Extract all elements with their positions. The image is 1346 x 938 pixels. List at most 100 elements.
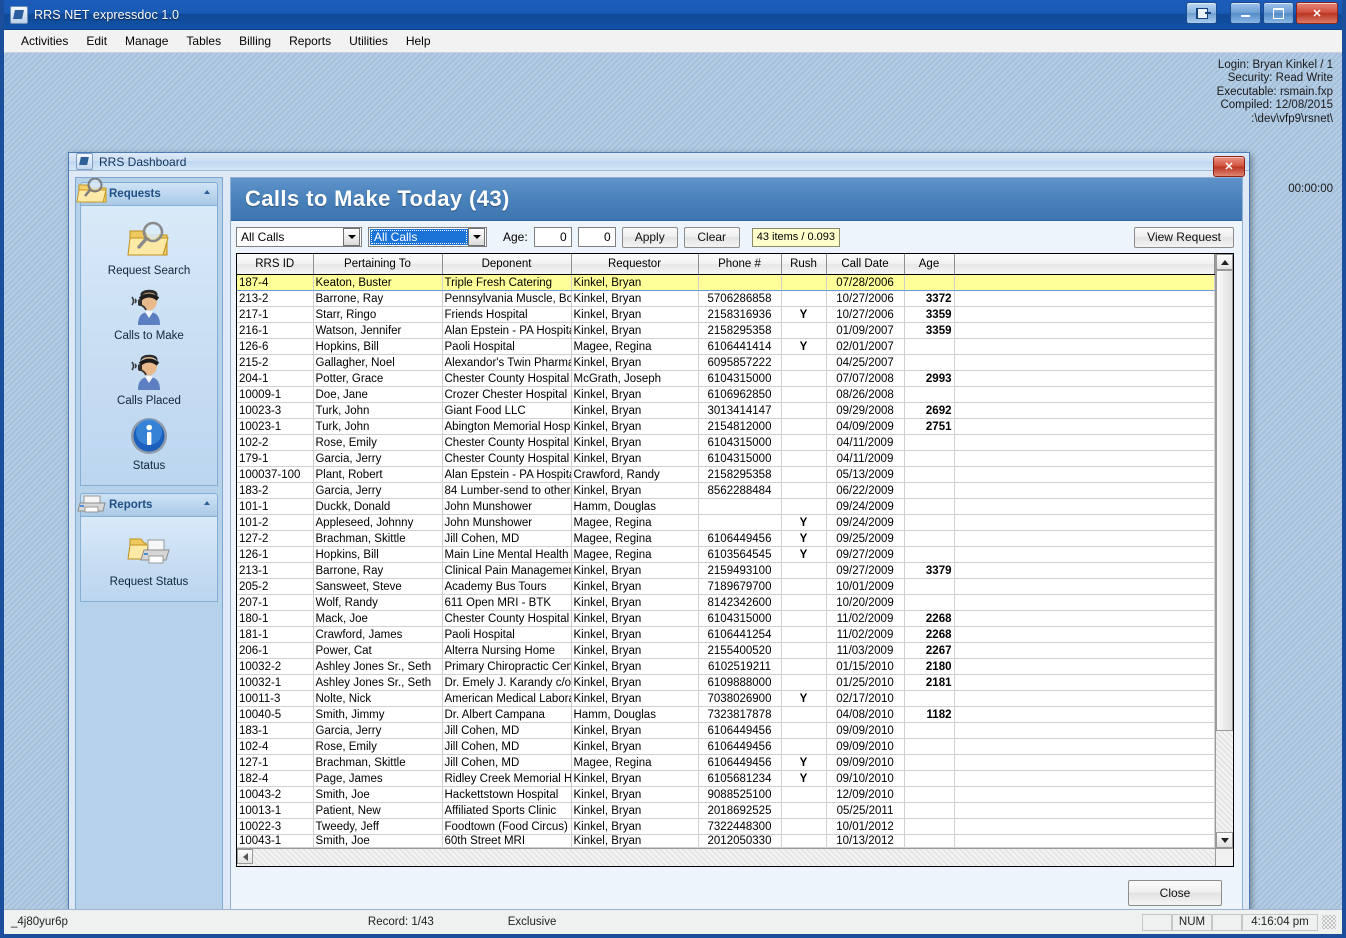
resize-grip-icon[interactable] [1322,915,1336,929]
minimize-button[interactable] [1230,2,1261,24]
cell-rrs-id[interactable]: 10009-1 [237,386,314,403]
cell-pertaining-to[interactable]: Page, James [313,770,443,787]
cell-filler[interactable] [954,274,1215,291]
cell-age[interactable]: 2180 [904,658,955,675]
cell-age[interactable]: 2267 [904,642,955,659]
cell-deponent[interactable]: Jill Cohen, MD [442,754,572,771]
cell-requestor[interactable]: Kinkel, Bryan [571,418,699,435]
cell-filler[interactable] [954,818,1215,835]
cell-rrs-id[interactable]: 10022-3 [237,818,314,835]
cell-age[interactable] [904,738,955,755]
cell-rrs-id[interactable]: 127-1 [237,754,314,771]
cell-pertaining-to[interactable]: Turk, John [313,418,443,435]
cell-deponent[interactable]: Abington Memorial Hospita [442,418,572,435]
cell-deponent[interactable]: Clinical Pain Management [442,562,572,579]
cell-pertaining-to[interactable]: Barrone, Ray [313,290,443,307]
table-row[interactable]: 10013-1 Patient, New Affiliated Sports Cli… [237,802,1215,819]
clear-button[interactable]: Clear [683,226,740,248]
cell-rush[interactable]: Y [781,338,827,355]
cell-phone[interactable]: 2158316936 [698,306,782,323]
cell-call-date[interactable]: 06/22/2009 [826,482,905,499]
cell-pertaining-to[interactable]: Wolf, Randy [313,594,443,611]
cell-filler[interactable] [954,754,1215,771]
cell-requestor[interactable]: Kinkel, Bryan [571,738,699,755]
cell-filler[interactable] [954,658,1215,675]
cell-rush[interactable] [781,402,827,419]
cell-call-date[interactable]: 10/01/2012 [826,818,905,835]
cell-rrs-id[interactable]: 207-1 [237,594,314,611]
cell-rush[interactable] [781,386,827,403]
cell-pertaining-to[interactable]: Doe, Jane [313,386,443,403]
table-row[interactable]: 10023-3 Turk, John Giant Food LLC Kinkel, B… [237,402,1215,419]
cell-age[interactable] [904,722,955,739]
cell-rush[interactable] [781,802,827,819]
cell-rrs-id[interactable]: 127-2 [237,530,314,547]
cell-call-date[interactable]: 09/09/2010 [826,754,905,771]
cell-call-date[interactable]: 10/01/2009 [826,578,905,595]
cell-pertaining-to[interactable]: Watson, Jennifer [313,322,443,339]
cell-filler[interactable] [954,338,1215,355]
sidebar-panel-reports-header[interactable]: Reports [77,493,218,517]
menu-edit[interactable]: Edit [77,32,116,50]
cell-rush[interactable] [781,818,827,835]
cell-deponent[interactable]: Main Line Mental Health [442,546,572,563]
cell-phone[interactable]: 2154812000 [698,418,782,435]
cell-phone[interactable]: 6104315000 [698,450,782,467]
cell-phone[interactable]: 7323817878 [698,706,782,723]
cell-phone[interactable]: 6104315000 [698,610,782,627]
cell-rush[interactable]: Y [781,690,827,707]
view-request-button[interactable]: View Request [1134,226,1234,248]
cell-call-date[interactable]: 11/03/2009 [826,642,905,659]
col-age[interactable]: Age [904,254,955,275]
cell-phone[interactable]: 6104315000 [698,370,782,387]
cell-deponent[interactable]: Jill Cohen, MD [442,722,572,739]
col-rrs-id[interactable]: RRS ID [237,254,314,275]
restore-document-button[interactable] [1186,2,1217,24]
cell-phone[interactable] [698,498,782,515]
cell-pertaining-to[interactable]: Keaton, Buster [313,274,443,291]
cell-requestor[interactable]: Kinkel, Bryan [571,322,699,339]
cell-age[interactable] [904,466,955,483]
cell-filler[interactable] [954,786,1215,803]
cell-rrs-id[interactable]: 182-4 [237,770,314,787]
cell-filler[interactable] [954,738,1215,755]
table-row[interactable]: 213-2 Barrone, Ray Pennsylvania Muscle, Bo… [237,290,1215,307]
cell-rush[interactable] [781,786,827,803]
table-row[interactable]: 10043-1 Smith, Joe 60th Street MRI Kinkel, … [237,834,1215,848]
cell-deponent[interactable]: Friends Hospital [442,306,572,323]
cell-phone[interactable]: 2018692525 [698,802,782,819]
cell-call-date[interactable]: 04/08/2010 [826,706,905,723]
cell-age[interactable] [904,514,955,531]
hscroll-track[interactable] [253,849,1215,866]
cell-phone[interactable]: 6102519211 [698,658,782,675]
table-row[interactable]: 10011-3 Nolte, Nick American Medical Labor… [237,690,1215,707]
cell-pertaining-to[interactable]: Ashley Jones Sr., Seth [313,674,443,691]
cell-deponent[interactable]: Paoli Hospital [442,338,572,355]
cell-call-date[interactable]: 10/20/2009 [826,594,905,611]
table-row[interactable]: 127-1 Brachman, Skittle Jill Cohen, MD Mage… [237,754,1215,771]
cell-filler[interactable] [954,306,1215,323]
cell-filler[interactable] [954,674,1215,691]
cell-rrs-id[interactable]: 10040-5 [237,706,314,723]
cell-phone[interactable]: 6109888000 [698,674,782,691]
cell-pertaining-to[interactable]: Mack, Joe [313,610,443,627]
cell-rrs-id[interactable]: 179-1 [237,450,314,467]
cell-requestor[interactable]: Kinkel, Bryan [571,594,699,611]
cell-age[interactable] [904,498,955,515]
dialog-close-button[interactable]: ✕ [1213,156,1245,177]
cell-deponent[interactable]: Crozer Chester Hospital M [442,386,572,403]
cell-filler[interactable] [954,690,1215,707]
cell-requestor[interactable]: Hamm, Douglas [571,706,699,723]
cell-age[interactable] [904,594,955,611]
cell-pertaining-to[interactable]: Potter, Grace [313,370,443,387]
cell-rrs-id[interactable]: 10032-2 [237,658,314,675]
cell-filler[interactable] [954,370,1215,387]
cell-age[interactable] [904,482,955,499]
cell-rush[interactable]: Y [781,306,827,323]
cell-pertaining-to[interactable]: Duckk, Donald [313,498,443,515]
cell-pertaining-to[interactable]: Smith, Joe [313,834,443,848]
cell-rrs-id[interactable]: 213-1 [237,562,314,579]
cell-filler[interactable] [954,578,1215,595]
cell-rush[interactable]: Y [781,546,827,563]
cell-rush[interactable] [781,370,827,387]
